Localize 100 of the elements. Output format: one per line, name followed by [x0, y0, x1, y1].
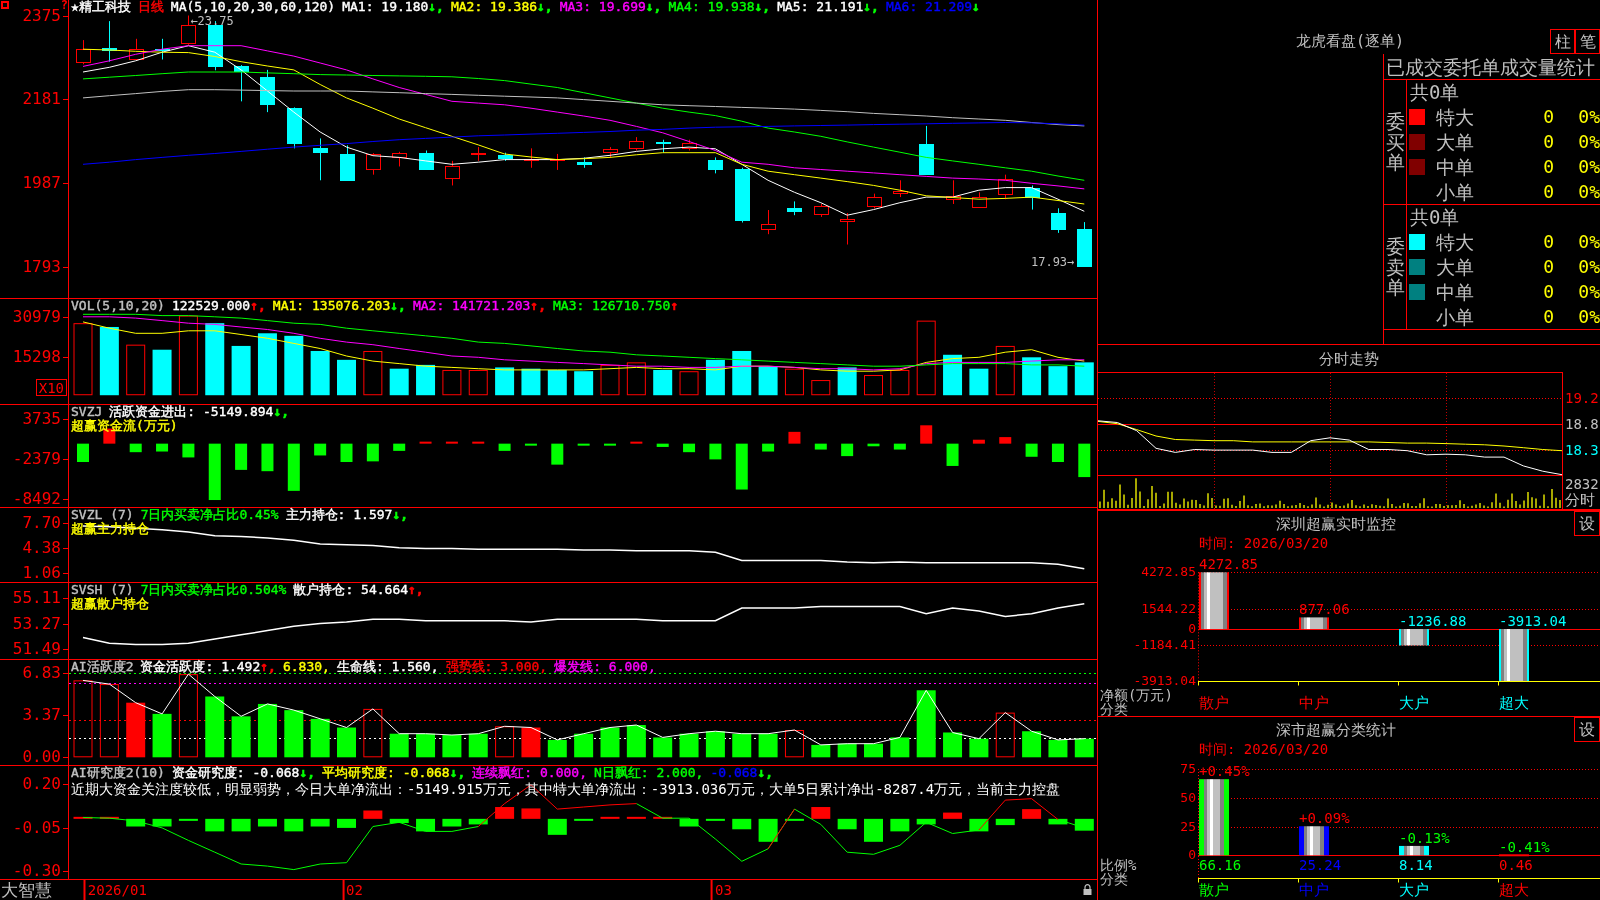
legend-text: 超赢散户持仓 [71, 597, 149, 611]
axis-title: 分类 [1100, 872, 1128, 886]
trend-arrow: ↓, [428, 0, 444, 14]
axis-label: 7.70 [22, 514, 61, 531]
volume-unit-label: 分时 [1565, 492, 1596, 508]
bar-value-label: 25.24 [1299, 858, 1342, 872]
table-title: 已成交委托单成交量统计 [1386, 56, 1595, 77]
trend-arrow: ↑ [670, 299, 679, 313]
legend-text: MA2: 19.386 [450, 0, 538, 14]
trend-arrow: ↑, [250, 299, 266, 313]
timestamp-label: 时间: 2026/03/20 [1199, 536, 1329, 551]
trend-arrow: ↓, [273, 405, 290, 419]
axis-label: 6.83 [22, 664, 61, 681]
axis-label: 0 [1188, 848, 1196, 863]
legend-text: 6.830, [282, 660, 330, 674]
axis-label: -0.05 [12, 819, 61, 836]
trend-arrow: ↓, [390, 299, 406, 313]
bar-value-label: 0.46 [1499, 858, 1533, 872]
panel-title: 深圳超赢实时监控 [1276, 515, 1396, 532]
bar-value-label: 8.14 [1399, 858, 1433, 872]
trend-arrow: ↑, [408, 583, 424, 597]
axis-label: 1793 [22, 258, 61, 275]
order-total: 共0单 [1410, 82, 1460, 103]
order-count: 0 [1543, 107, 1554, 128]
legend-text: 散户持仓: 54.664 [293, 583, 409, 597]
order-count: 0 [1543, 156, 1554, 177]
axis-label: -1184.41 [1133, 637, 1196, 652]
category-label: 超大 [1499, 696, 1529, 711]
order-percent: 0% [1577, 257, 1600, 277]
analysis-summary: 近期大资金关注度较低，明显弱势，今日大单净流出：-5149.915万元，其中特大单净流出：-3913.036万元，大单5日累计净出-8287.4万元，当前主力控盘 [71, 781, 1061, 797]
legend-text: 平均研究度: -0.068 [322, 766, 450, 780]
axis-title: 净额(万元) [1100, 688, 1173, 702]
axis-label: 75 [1180, 762, 1196, 776]
bar-value-label: -3913.04 [1499, 614, 1567, 629]
category-label: 大户 [1399, 696, 1429, 711]
group-label: 委买单 [1385, 110, 1405, 174]
order-percent: 0% [1577, 107, 1600, 128]
axis-label: 25 [1180, 819, 1196, 834]
legend-text: ★精工科技 [71, 0, 131, 14]
legend-text: SVZL (7) [71, 508, 134, 522]
trend-arrow: ↓, [754, 0, 771, 14]
axis-title: 分类 [1100, 702, 1128, 716]
brand-label: 大智慧 [1, 881, 52, 899]
order-type-label: 特大 [1436, 232, 1474, 253]
legend-text: 日线 [137, 0, 164, 14]
legend-text: MA3: 126710.750 [553, 299, 671, 313]
legend-text: MA(5,10,20,30,60,120) [170, 0, 336, 14]
legend-text: 强势线: 3.000, [445, 660, 548, 674]
axis-label: 15298 [12, 348, 61, 365]
change-label: +0.09% [1299, 811, 1350, 826]
trend-arrow: ↑, [260, 660, 276, 674]
axis-label: 55.11 [12, 590, 61, 607]
axis-label: -2379 [12, 451, 61, 468]
axis-label: -0.30 [12, 863, 61, 879]
order-percent: 0% [1577, 132, 1600, 152]
legend-text: MA5: 21.191 [777, 0, 864, 14]
legend-text: -0.068 [710, 766, 758, 780]
axis-label: 0.00 [22, 749, 61, 766]
axis-label: 30979 [12, 308, 61, 325]
legend-text: MA1: 135076.203 [272, 299, 391, 313]
price-annotation: 17.93→ [1030, 255, 1075, 268]
legend-text: 连续飘红: 0.000, [472, 766, 587, 780]
order-count: 0 [1543, 132, 1554, 152]
axis-label: 0.20 [22, 776, 61, 793]
legend-text: 活跃资金进出: -5149.894 [109, 405, 274, 419]
legend-text: 资金活跃度: 1.492 [140, 660, 261, 674]
price-annotation: ←23.75 [190, 14, 234, 27]
trend-arrow: ↓, [449, 766, 466, 780]
order-type-label: 小单 [1436, 181, 1474, 202]
category-label: 大户 [1399, 883, 1429, 898]
legend-text: 资金研究度: -0.068 [171, 766, 300, 780]
order-percent: 0% [1577, 306, 1600, 327]
panel-title: 龙虎看盘(逐单) [1295, 33, 1405, 49]
legend-text: VOL(5,10,20) [71, 299, 165, 313]
axis-label: -3913.04 [1133, 674, 1196, 688]
axis-label: 51.49 [12, 641, 61, 657]
legend-text: MA2: 141721.203 [412, 299, 531, 313]
bar-value-label: 4272.85 [1199, 557, 1258, 572]
order-type-label: 中单 [1436, 156, 1474, 177]
order-count: 0 [1543, 306, 1554, 327]
price-tick-label: 18.3 [1565, 443, 1599, 457]
category-label: 中户 [1299, 883, 1329, 898]
trend-arrow: ↓, [645, 0, 662, 14]
trend-arrow: ↓ [972, 0, 980, 14]
date-label: 03 [714, 882, 732, 898]
legend-text: 超赢资金流(万元) [71, 419, 178, 433]
axis-label: 2375 [22, 7, 61, 24]
date-label: 02 [346, 882, 363, 898]
legend-text: SVZJ [71, 405, 103, 419]
order-percent: 0% [1577, 181, 1600, 202]
order-type-label: 特大 [1436, 107, 1474, 128]
order-percent: 0% [1577, 156, 1600, 177]
change-label: -0.13% [1399, 830, 1450, 845]
order-type-label: 小单 [1436, 306, 1474, 327]
trend-arrow: ↑, [530, 299, 546, 313]
axis-label: 1.06 [22, 564, 61, 581]
legend-text: 主力持仓: 1.597 [285, 508, 393, 522]
axis-label: 3.37 [22, 707, 61, 724]
legend-text: AI活跃度2 [71, 660, 134, 674]
legend-text: MA1: 19.180 [342, 0, 429, 14]
